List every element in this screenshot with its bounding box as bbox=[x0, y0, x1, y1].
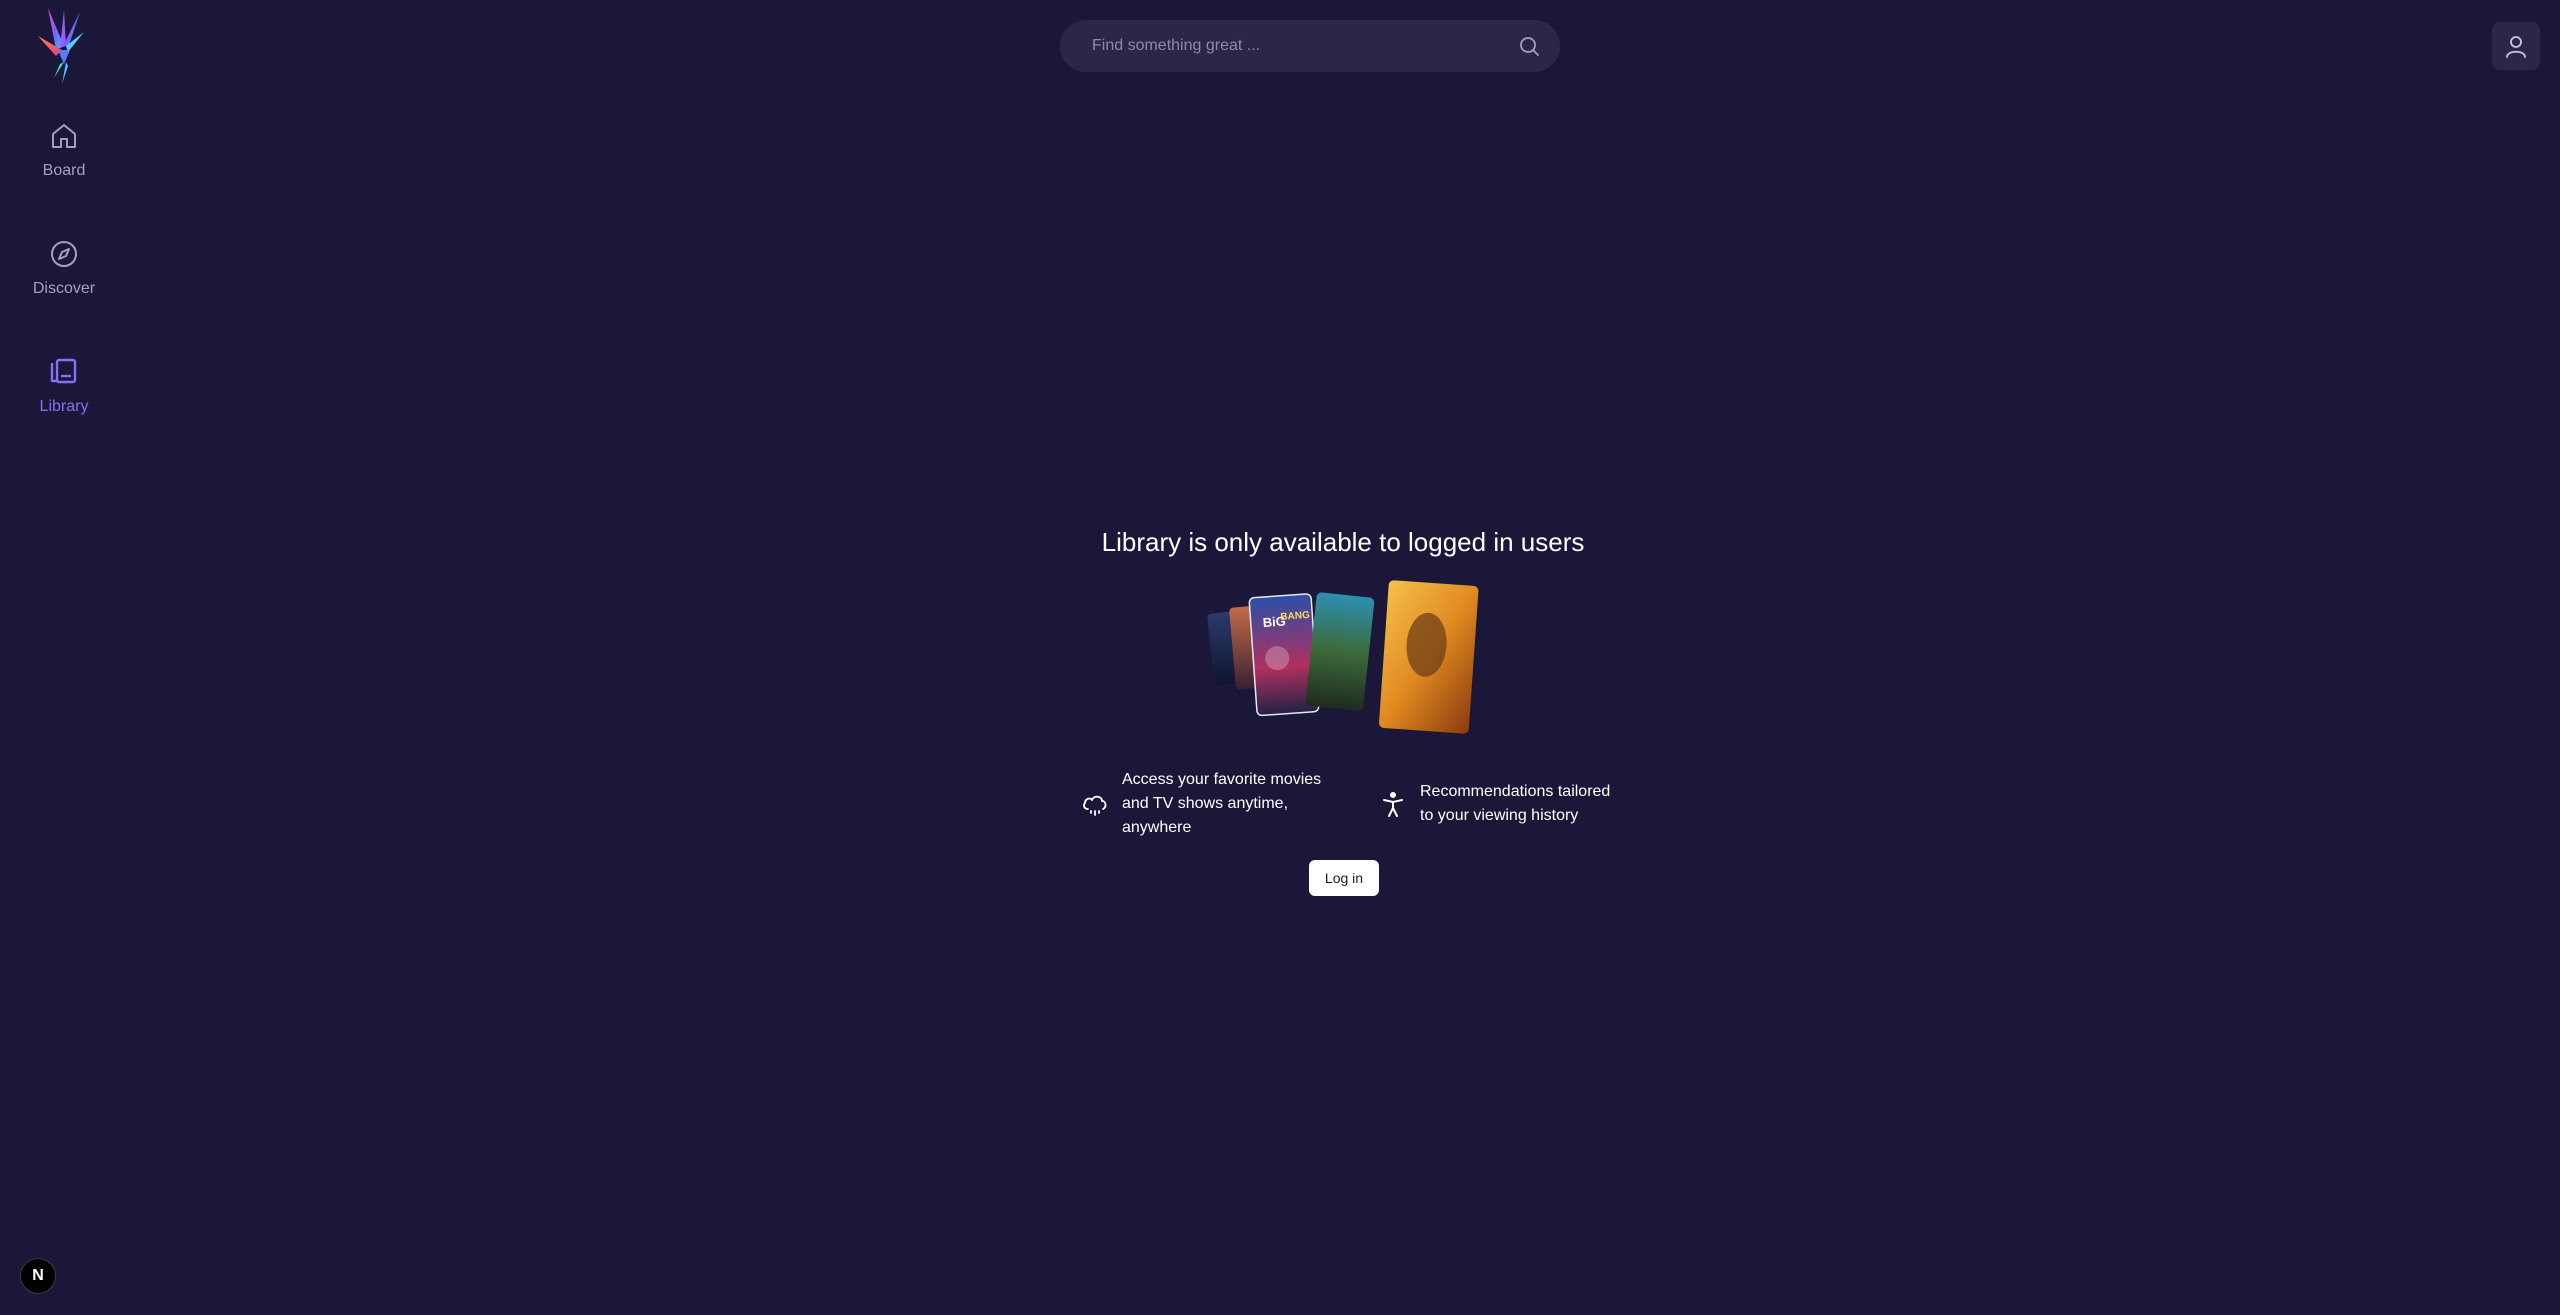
sidebar-item-label: Discover bbox=[32, 280, 96, 297]
bird-logo[interactable] bbox=[36, 6, 92, 86]
poster-collage: BiG BANG bbox=[1193, 576, 1493, 736]
sidebar-item-discover[interactable]: Discover bbox=[0, 228, 128, 328]
poster-collage-image: BiG BANG bbox=[1207, 580, 1479, 734]
accessibility-icon bbox=[1383, 792, 1403, 817]
sidebar-item-library[interactable]: Library bbox=[0, 346, 128, 446]
user-icon bbox=[2506, 36, 2526, 58]
nextjs-icon[interactable]: N bbox=[20, 1258, 56, 1294]
cloud-icon bbox=[1083, 795, 1107, 816]
search-input[interactable] bbox=[1090, 36, 1518, 56]
search-icon[interactable] bbox=[1518, 35, 1540, 57]
home-icon bbox=[52, 124, 76, 148]
feature-item: Recommendations tailored to your viewing… bbox=[1378, 768, 1620, 840]
feature-item: Access your favorite movies and TV shows… bbox=[1080, 768, 1332, 840]
profile-button[interactable] bbox=[2492, 22, 2540, 70]
login-button[interactable]: Log in bbox=[1309, 860, 1379, 896]
sidebar-item-label: Library bbox=[39, 398, 89, 415]
feature-list: Access your favorite movies and TV shows… bbox=[1080, 768, 1620, 840]
svg-text:BANG: BANG bbox=[1280, 610, 1310, 623]
compass-icon bbox=[51, 241, 77, 267]
sidebar-item-label: Board bbox=[42, 162, 86, 179]
page-title: Library is only available to logged in u… bbox=[1101, 527, 1585, 557]
sidebar: Board Discover Library bbox=[0, 0, 128, 1315]
feature-text: Recommendations tailored to your viewing… bbox=[1420, 783, 1611, 824]
feature-text: Access your favorite movies and TV shows… bbox=[1122, 771, 1322, 836]
sidebar-item-board[interactable]: Board bbox=[0, 110, 128, 210]
search-bar bbox=[1060, 20, 1560, 72]
library-icon bbox=[50, 358, 77, 384]
login-prompt: Library is only available to logged in u… bbox=[1060, 520, 1626, 736]
